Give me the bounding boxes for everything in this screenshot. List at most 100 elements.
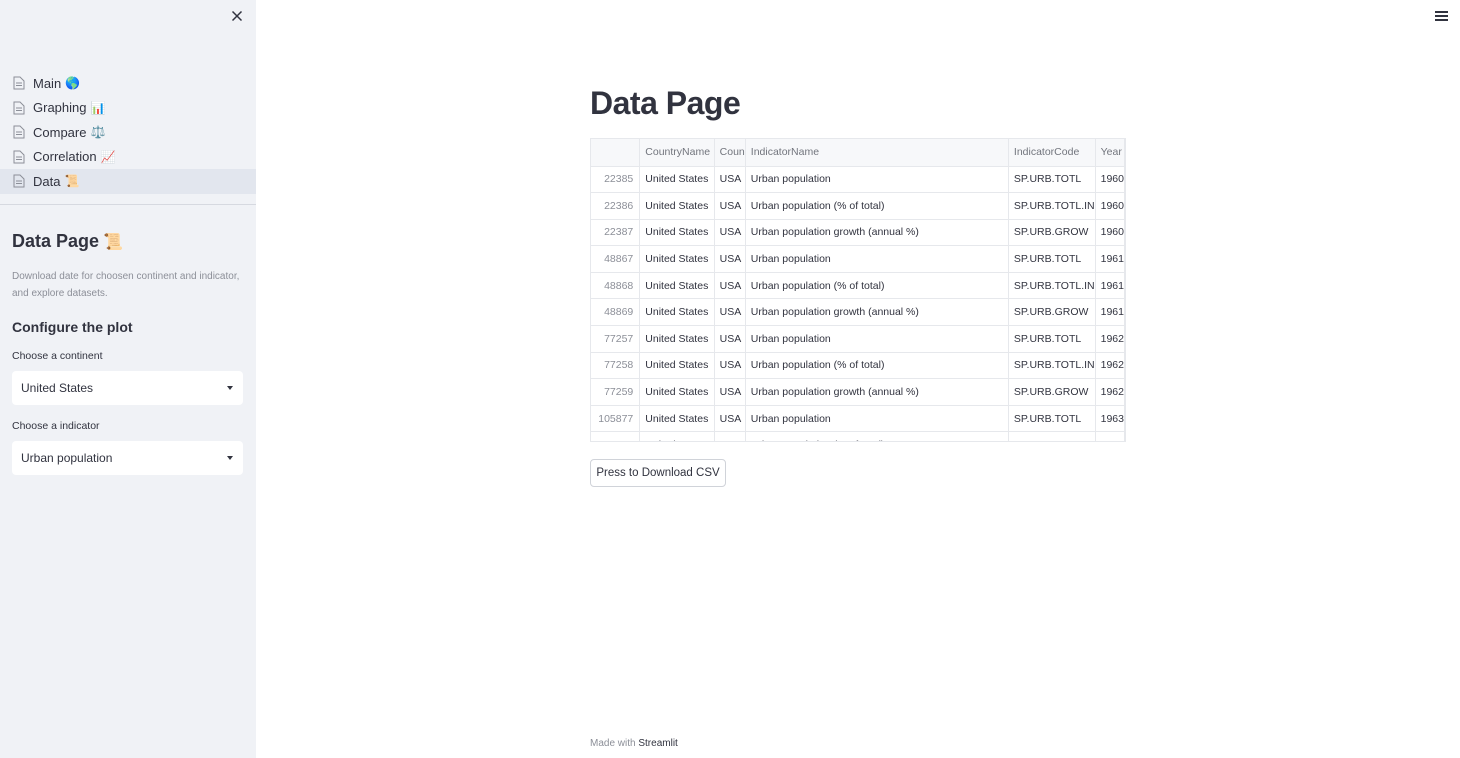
continent-select[interactable]: United States — [12, 371, 243, 405]
table-cell[interactable]: SP.URB.TOTL.IN — [1008, 272, 1096, 300]
table-cell[interactable]: 1962 — [1095, 352, 1125, 380]
table-cell[interactable]: SP.URB.TOTL — [1008, 325, 1096, 353]
table-row[interactable]: 77257 United States USA Urban population SP.… — [591, 325, 1125, 353]
download-csv-button[interactable]: Press to Download CSV — [590, 459, 726, 487]
table-cell[interactable]: USA — [714, 272, 746, 300]
table-row[interactable]: 22385 United States USA Urban population SP.… — [591, 166, 1125, 194]
row-index-cell[interactable]: 48869 — [591, 298, 641, 327]
table-cell[interactable]: 1961 — [1095, 298, 1125, 327]
table-cell[interactable]: United States — [639, 245, 715, 273]
column-header[interactable]: Coun — [714, 139, 746, 167]
table-cell[interactable]: Urban population (% of total) — [745, 352, 1009, 380]
indicator-select[interactable]: Urban population — [12, 441, 243, 475]
table-cell[interactable]: 1962 — [1095, 325, 1125, 353]
configure-heading: Configure the plot — [12, 319, 133, 335]
table-cell[interactable]: USA — [714, 298, 746, 327]
table-cell[interactable]: United States — [639, 431, 715, 441]
table-row[interactable]: 48867 United States USA Urban population SP.… — [591, 245, 1125, 273]
row-index-cell[interactable]: 105877 — [591, 405, 641, 433]
sidebar-item-correlation[interactable]: Correlation 📈 — [0, 145, 256, 170]
table-cell[interactable]: SP.URB.TOTL — [1008, 245, 1096, 273]
table-cell[interactable]: United States — [639, 325, 715, 353]
row-index-cell[interactable]: 77259 — [591, 378, 641, 406]
table-cell[interactable]: 1960 — [1095, 219, 1125, 247]
table-row[interactable]: 48869 United States USA Urban population gr… — [591, 298, 1125, 327]
table-cell[interactable]: SP.URB.GROW — [1008, 298, 1096, 327]
table-cell[interactable]: Urban population — [745, 325, 1009, 353]
table-cell[interactable]: SP.URB.TOTL.IN — [1008, 352, 1096, 380]
table-cell[interactable]: USA — [714, 405, 746, 433]
table-cell[interactable]: Urban population — [745, 166, 1009, 194]
table-cell[interactable]: USA — [714, 245, 746, 273]
column-header[interactable]: IndicatorName — [745, 139, 1009, 167]
table-cell[interactable]: SP.URB.GROW — [1008, 219, 1096, 247]
sidebar-item-data[interactable]: Data 📜 — [0, 169, 256, 194]
table-cell[interactable]: 1962 — [1095, 378, 1125, 406]
table-cell[interactable]: USA — [714, 352, 746, 380]
table-cell[interactable]: USA — [714, 219, 746, 247]
row-index-cell[interactable]: 22385 — [591, 166, 641, 194]
table-cell[interactable]: United States — [639, 298, 715, 327]
table-cell[interactable]: Urban population (% of total) — [745, 431, 1009, 441]
table-cell[interactable]: USA — [714, 166, 746, 194]
table-row[interactable]: 22386 United States USA Urban population (%… — [591, 192, 1125, 220]
table-cell[interactable]: USA — [714, 378, 746, 406]
table-cell[interactable]: 1963 — [1095, 431, 1125, 441]
column-header[interactable] — [591, 139, 641, 167]
table-cell[interactable]: United States — [639, 192, 715, 220]
table-cell[interactable]: SP.URB.GROW — [1008, 378, 1096, 406]
table-row[interactable]: 105878United StatesUSAUrban population (… — [591, 431, 1125, 441]
table-cell[interactable]: 1961 — [1095, 272, 1125, 300]
table-cell[interactable]: SP.URB.TOTL.IN — [1008, 192, 1096, 220]
table-cell[interactable]: Urban population growth (annual %) — [745, 219, 1009, 247]
table-cell[interactable]: United States — [639, 272, 715, 300]
sidebar-item-compare[interactable]: Compare ⚖️ — [0, 120, 256, 145]
column-header[interactable]: Year — [1095, 139, 1125, 167]
table-cell[interactable]: SP.URB.TOTL — [1008, 166, 1096, 194]
table-cell[interactable]: United States — [639, 352, 715, 380]
table-cell[interactable]: 1960 — [1095, 192, 1125, 220]
column-header[interactable]: IndicatorCode — [1008, 139, 1096, 167]
row-index-cell[interactable]: 22387 — [591, 219, 641, 247]
table-row[interactable]: 105877 United States USA Urban population SP… — [591, 405, 1125, 433]
table-row[interactable]: 48868 United States USA Urban population (%… — [591, 272, 1125, 300]
table-cell[interactable]: 1963 — [1095, 405, 1125, 433]
table-cell[interactable]: 1961 — [1095, 245, 1125, 273]
close-sidebar-button[interactable] — [228, 7, 246, 25]
table-cell[interactable]: USA — [714, 325, 746, 353]
sidebar-item-main[interactable]: Main 🌎 — [0, 71, 256, 96]
row-index-cell[interactable]: 48868 — [591, 272, 641, 300]
table-cell[interactable]: United States — [639, 166, 715, 194]
table-row[interactable]: 77258 United States USA Urban population (%… — [591, 352, 1125, 380]
row-index-cell[interactable]: 77257 — [591, 325, 641, 353]
table-cell[interactable]: SP.URB.TOTL.IN — [1008, 431, 1096, 441]
column-header[interactable]: CountryName — [639, 139, 715, 167]
table-cell[interactable]: Urban population growth (annual %) — [745, 298, 1009, 327]
table-row[interactable]: 22387 United States USA Urban population gr… — [591, 219, 1125, 247]
sidebar-item-label: Main — [33, 75, 62, 91]
table-cell[interactable]: United States — [639, 405, 715, 433]
row-index-cell[interactable]: 105878 — [591, 431, 641, 441]
table-cell[interactable]: Urban population (% of total) — [745, 192, 1009, 220]
sidebar-divider — [0, 204, 256, 205]
table-cell[interactable]: United States — [639, 378, 715, 406]
table-cell[interactable]: USA — [714, 192, 746, 220]
table-cell[interactable]: USA — [714, 431, 746, 441]
chevron-down-icon — [227, 386, 233, 390]
hamburger-icon-line — [1435, 11, 1448, 13]
table-cell[interactable]: Urban population — [745, 245, 1009, 273]
table-cell[interactable]: SP.URB.TOTL — [1008, 405, 1096, 433]
table-cell[interactable]: Urban population — [745, 405, 1009, 433]
row-index-cell[interactable]: 77258 — [591, 352, 641, 380]
row-index-cell[interactable]: 48867 — [591, 245, 641, 273]
streamlit-link[interactable]: Streamlit — [638, 738, 677, 749]
sidebar-item-graphing[interactable]: Graphing 📊 — [0, 96, 256, 121]
table-cell[interactable]: 1960 — [1095, 166, 1125, 194]
row-index-cell[interactable]: 22386 — [591, 192, 641, 220]
data-table[interactable]: CountryName Coun IndicatorName IndicatorCod… — [590, 138, 1126, 442]
table-row[interactable]: 77259 United States USA Urban population gr… — [591, 378, 1125, 406]
table-cell[interactable]: United States — [639, 219, 715, 247]
table-cell[interactable]: Urban population (% of total) — [745, 272, 1009, 300]
main-menu-button[interactable] — [1435, 11, 1448, 21]
table-cell[interactable]: Urban population growth (annual %) — [745, 378, 1009, 406]
